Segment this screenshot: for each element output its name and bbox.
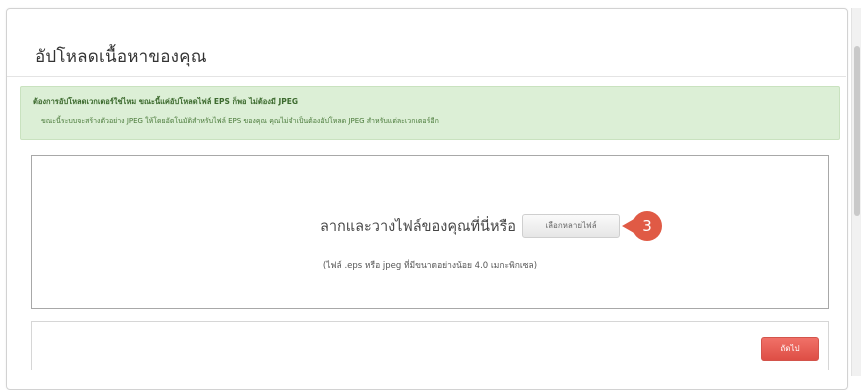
notice-heading: ต้องการอัปโหลดเวกเตอร์ใช่ไหม ขณะนี้แค่อั… [33,97,299,106]
dropzone-row: ลากและวางไฟล์ของคุณที่นี่หรือ เลือกหลายไ… [32,211,828,241]
title-divider [7,76,846,77]
notice-body: ขณะนี้ระบบจะสร้างตัวอย่าง JPEG ให้โดยอัต… [41,117,439,125]
vector-notice-banner: ต้องการอัปโหลดเวกเตอร์ใช่ไหม ขณะนี้แค่อั… [20,86,840,140]
scrollbar[interactable] [851,8,861,376]
choose-files-button[interactable]: เลือกหลายไฟล์ [522,214,620,238]
next-button[interactable]: ถัดไป [761,337,819,361]
step-number-badge: 3 [632,211,662,241]
dropzone-prompt: ลากและวางไฟล์ของคุณที่นี่หรือ [319,218,516,235]
footer-bar: ถัดไป [31,321,829,370]
file-dropzone[interactable]: ลากและวางไฟล์ของคุณที่นี่หรือ เลือกหลายไ… [31,155,829,309]
page-title: อัปโหลดเนื้อหาของคุณ [35,47,207,67]
dropzone-hint: (ไฟล์ .eps หรือ jpeg ที่มีขนาดอย่างน้อย … [322,261,538,271]
scrollbar-thumb[interactable] [854,46,860,216]
step-callout: 3 [622,211,666,241]
